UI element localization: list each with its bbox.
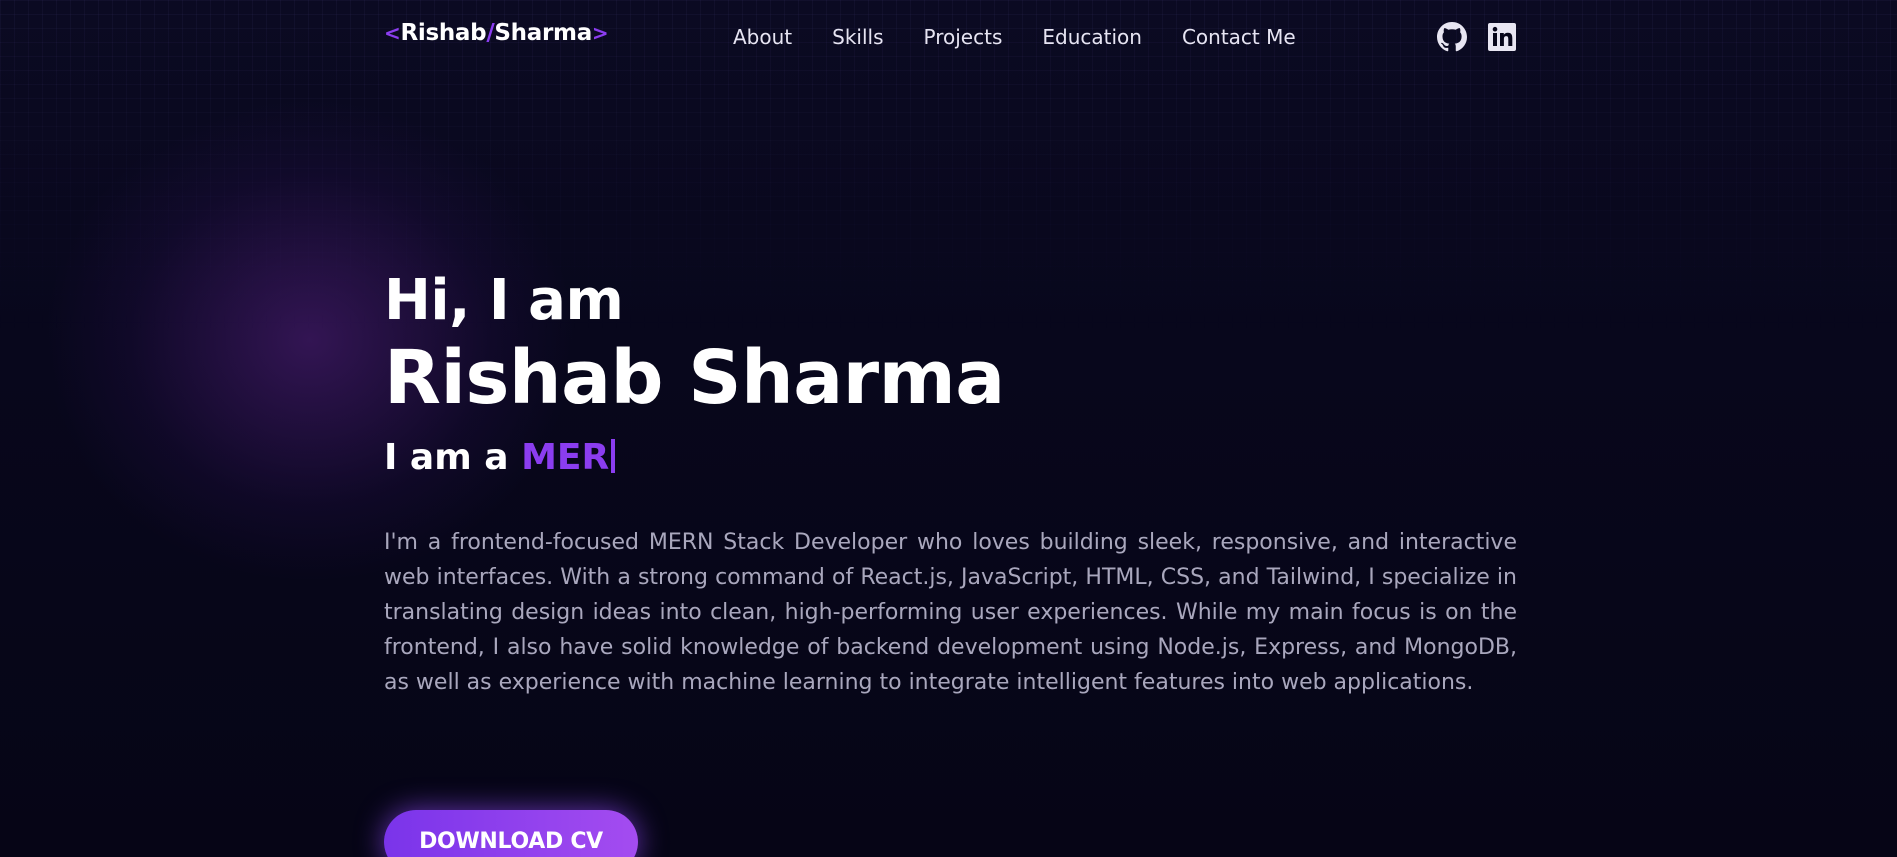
role-typed-text: MER (521, 437, 610, 478)
portfolio-page: <Rishab/Sharma> About Skills Projects Ed… (0, 0, 1897, 857)
logo-open-bracket: < (384, 21, 401, 45)
logo-first-name: Rishab (400, 20, 487, 46)
logo-last-name: Sharma (494, 20, 592, 46)
nav-links: About Skills Projects Education Contact … (733, 25, 1296, 49)
nav-link-contact[interactable]: Contact Me (1182, 25, 1296, 49)
hero-bio: I'm a frontend-focused MERN Stack Develo… (384, 530, 1517, 695)
nav-link-about[interactable]: About (733, 25, 792, 49)
github-icon[interactable] (1437, 22, 1467, 52)
logo-close-bracket: > (591, 21, 609, 45)
hero-name: Rishab Sharma (384, 335, 1005, 421)
hero-role: I am a MER (384, 437, 616, 478)
top-navbar: <Rishab/Sharma> About Skills Projects Ed… (0, 0, 1897, 76)
download-cv-button[interactable]: DOWNLOAD CV (384, 810, 638, 857)
nav-link-education[interactable]: Education (1042, 25, 1142, 49)
linkedin-icon[interactable] (1487, 22, 1517, 52)
hero-greeting: Hi, I am (384, 268, 624, 333)
typing-cursor (611, 439, 616, 473)
site-logo[interactable]: <Rishab/Sharma> (384, 20, 609, 46)
nav-link-projects[interactable]: Projects (924, 25, 1003, 49)
nav-link-skills[interactable]: Skills (832, 25, 883, 49)
role-prefix: I am a (384, 437, 509, 478)
